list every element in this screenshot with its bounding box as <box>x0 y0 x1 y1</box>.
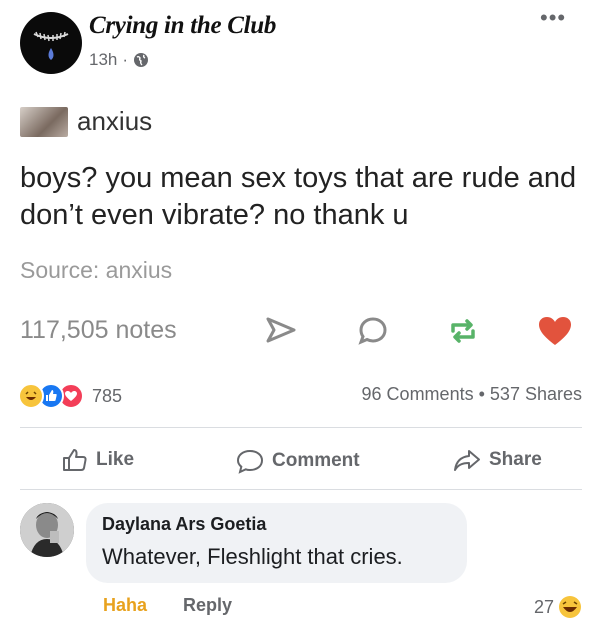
comment-author[interactable]: Daylana Ars Goetia <box>102 514 266 535</box>
commenter-photo-icon <box>20 503 74 557</box>
comment-button[interactable]: Comment <box>236 448 360 474</box>
comments-count[interactable]: 96 Comments <box>362 384 474 404</box>
reblog-icon <box>451 319 475 343</box>
divider-bottom <box>20 489 582 490</box>
like-label: Like <box>96 449 135 470</box>
tumblr-avatar <box>20 107 68 137</box>
reaction-count: 785 <box>92 385 123 406</box>
page-name[interactable]: Crying in the Club <box>89 12 276 40</box>
like-button[interactable]: Like <box>62 448 134 472</box>
tumblr-post-text: boys? you mean sex toys that are rude an… <box>20 162 577 231</box>
counts-separator: • <box>478 384 485 404</box>
tumblr-source: Source: anxius <box>20 257 173 283</box>
comment-reply-button[interactable]: Reply <box>183 595 232 616</box>
more-options-button[interactable]: ••• <box>540 5 566 31</box>
comment-reaction-count: 27 <box>534 596 555 617</box>
haha-icon <box>559 596 582 618</box>
heart-icon <box>539 317 571 345</box>
share-label: Share <box>489 449 542 470</box>
reply-bubble-icon <box>358 317 387 345</box>
meta-separator: · <box>122 50 129 69</box>
commenter-avatar[interactable] <box>20 503 74 557</box>
haha-icon <box>18 383 44 409</box>
comment-icon <box>236 449 264 474</box>
comment-reaction-summary[interactable]: 27 <box>534 595 582 619</box>
share-button[interactable]: Share <box>453 448 542 472</box>
globe-icon <box>134 53 149 67</box>
reaction-summary[interactable]: 785 <box>18 383 122 409</box>
share-icon <box>454 450 480 471</box>
share-arrow-icon <box>266 317 296 343</box>
thumbs-up-icon <box>63 449 87 471</box>
page-logo-icon <box>21 13 81 73</box>
engagement-counts: 96 Comments • 537 Shares <box>362 384 582 405</box>
post-time[interactable]: 13h <box>89 50 117 70</box>
page-avatar[interactable] <box>20 12 82 74</box>
divider-top <box>20 427 582 428</box>
shares-count[interactable]: 537 Shares <box>490 384 582 404</box>
comment-label: Comment <box>272 450 360 471</box>
comment-haha-button[interactable]: Haha <box>103 595 147 616</box>
comment-text: Whatever, Fleshlight that cries. <box>102 544 403 569</box>
tumblr-notes: 117,505 notes <box>20 316 177 344</box>
post-meta: 13h · <box>89 50 149 70</box>
tumblr-username: anxius <box>77 106 153 136</box>
